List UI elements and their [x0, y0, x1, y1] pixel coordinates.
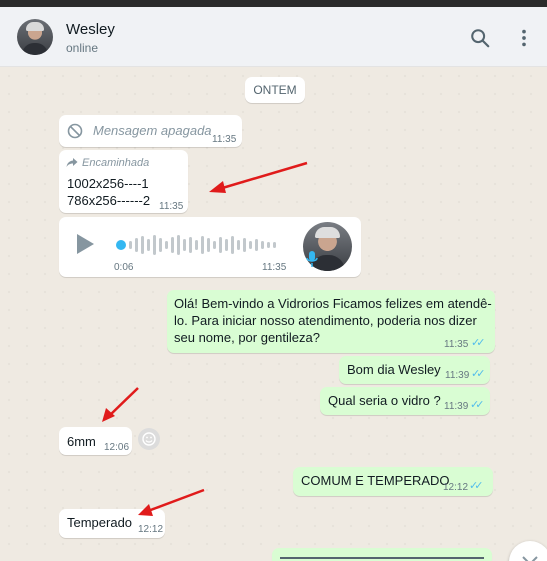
forwarded-label: Encaminhada — [82, 157, 150, 169]
chat-area[interactable]: ONTEM Mensagem apagada 11:35 Encaminhada… — [0, 67, 547, 561]
greeting-text: Bom dia Wesley — [347, 362, 441, 377]
window-top-strip — [0, 0, 547, 7]
scroll-to-bottom-button[interactable] — [509, 541, 547, 561]
message-time: 11:35 — [444, 339, 469, 350]
deleted-message-text: Mensagem apagada — [93, 123, 212, 138]
voice-message-bubble[interactable]: 0:06 11:35 — [59, 217, 361, 277]
reply-bubble[interactable]: COMUM E TEMPERADO 12:12 ✓✓ — [293, 467, 493, 496]
chevron-down-icon — [522, 556, 538, 561]
welcome-line-2: lo. Para iniciar nosso atendimento, pode… — [174, 313, 477, 328]
play-icon[interactable] — [74, 232, 96, 256]
contact-avatar[interactable] — [17, 19, 53, 55]
deleted-message-bubble[interactable]: Mensagem apagada 11:35 — [59, 115, 242, 147]
answer-text: 6mm — [67, 434, 96, 449]
message-time: 11:35 — [212, 134, 237, 145]
search-icon[interactable] — [469, 27, 491, 49]
chat-header[interactable]: Wesley online — [0, 7, 547, 67]
question-text: Qual seria o vidro ? — [328, 393, 441, 408]
welcome-line-1: Olá! Bem-vindo a Vidrorios Ficamos feliz… — [174, 296, 492, 311]
read-receipt-icon: ✓✓ — [469, 480, 484, 492]
question-bubble[interactable]: Qual seria o vidro ? 11:39 ✓✓ — [320, 387, 490, 415]
microphone-icon — [306, 251, 318, 267]
message-time: 11:35 — [262, 262, 287, 273]
message-time: 11:39 — [445, 370, 470, 381]
contact-status: online — [66, 41, 99, 55]
emoji-reaction-button[interactable] — [138, 428, 160, 450]
read-receipt-icon: ✓✓ — [471, 337, 486, 349]
contact-name[interactable]: Wesley — [66, 21, 115, 38]
partial-content — [280, 557, 484, 559]
read-receipt-icon: ✓✓ — [471, 368, 486, 380]
audio-waveform[interactable] — [129, 233, 281, 257]
answer-text: Temperado — [67, 515, 133, 530]
voice-duration: 0:06 — [114, 262, 134, 273]
annotation-arrow — [138, 488, 205, 516]
message-time: 11:39 — [444, 401, 469, 412]
forward-icon — [66, 158, 78, 167]
annotation-arrow — [102, 387, 139, 422]
forwarded-line-2: 786x256------2 — [67, 193, 151, 208]
forwarded-message-bubble[interactable]: Encaminhada 1002x256----1 786x256------2… — [59, 150, 188, 213]
message-time: 11:35 — [159, 201, 184, 212]
welcome-message-bubble[interactable]: Olá! Bem-vindo a Vidrorios Ficamos feliz… — [167, 290, 495, 353]
partial-message-bubble[interactable] — [272, 548, 492, 561]
message-time: 12:06 — [104, 442, 130, 453]
blocked-icon — [67, 123, 83, 139]
kebab-menu-icon[interactable] — [513, 27, 535, 49]
message-time: 12:12 — [138, 524, 164, 535]
reply-text: COMUM E TEMPERADO — [301, 473, 450, 488]
greeting-bubble[interactable]: Bom dia Wesley 11:39 ✓✓ — [339, 356, 490, 384]
smiley-icon — [142, 432, 156, 446]
welcome-line-3: seu nome, por gentileza? — [174, 330, 320, 345]
forwarded-line-1: 1002x256----1 — [67, 176, 149, 191]
message-time: 12:12 — [443, 482, 469, 493]
date-divider: ONTEM — [245, 77, 305, 103]
read-receipt-icon: ✓✓ — [470, 399, 485, 411]
annotation-arrow — [209, 161, 308, 193]
playback-slider-handle[interactable] — [116, 240, 126, 250]
answer-bubble-6mm[interactable]: 6mm 12:06 — [59, 427, 132, 455]
